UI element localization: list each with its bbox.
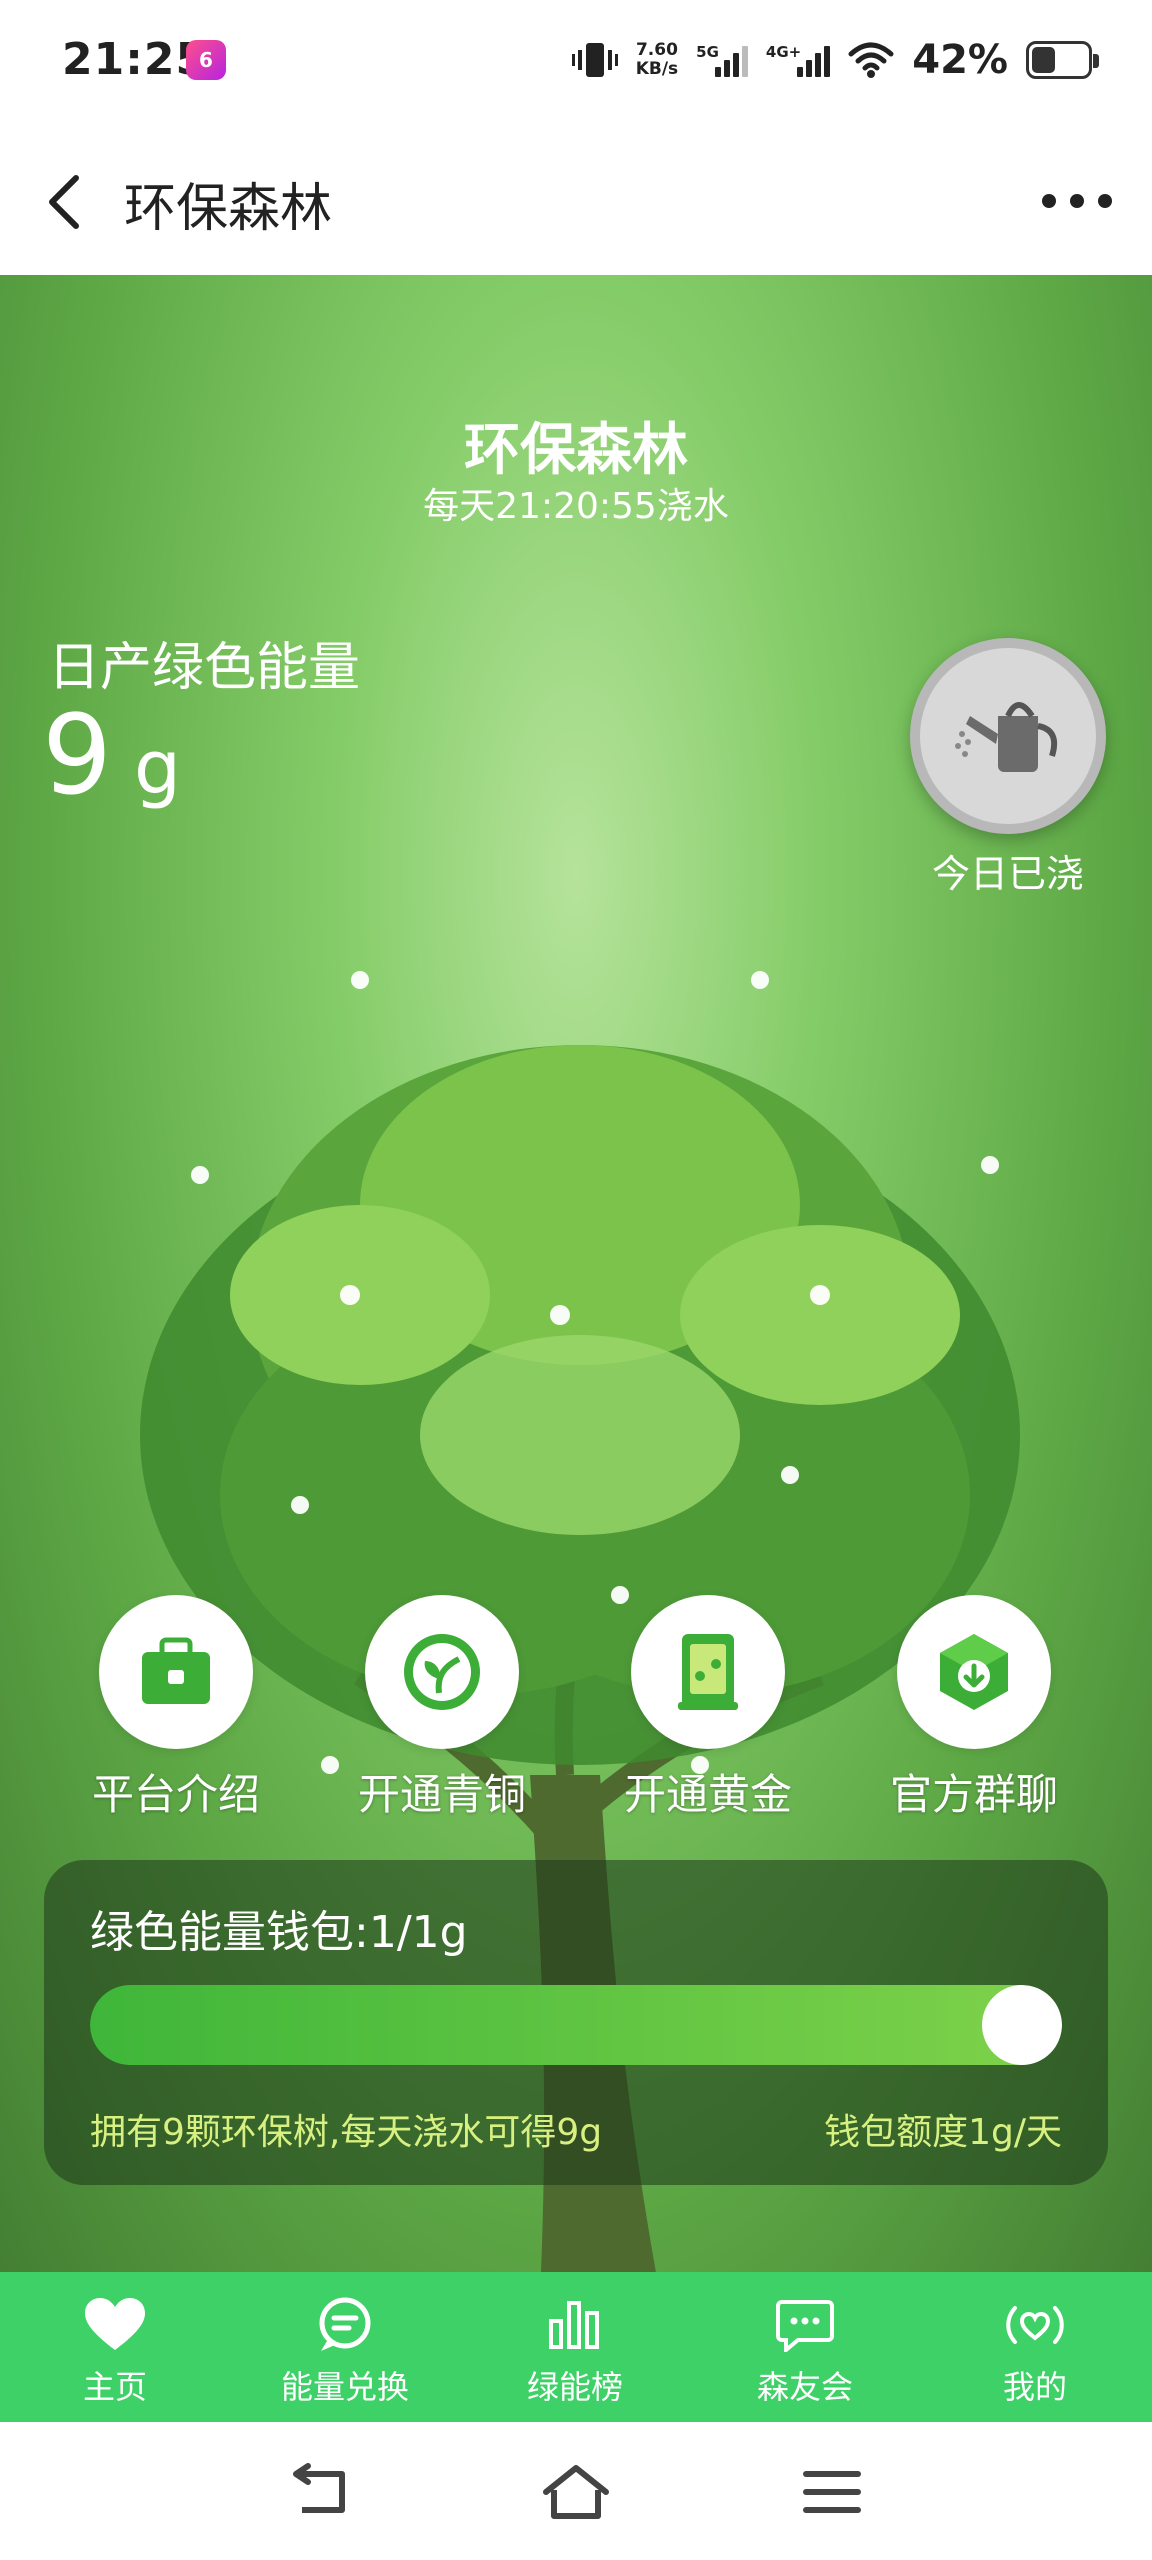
tab-mine[interactable]: 我的 (920, 2272, 1150, 2422)
net-speed: 7.60 KB/s (635, 40, 679, 79)
watering-can-icon (955, 702, 1058, 772)
daily-energy-value: 9g (42, 691, 181, 819)
battery-percent: 42% (912, 37, 1008, 83)
signal-bars-icon (797, 43, 831, 77)
wallet-title: 绿色能量钱包:1/1g (90, 1907, 468, 1958)
wallet-progress-fill (90, 1985, 1062, 2065)
broadcast-heart-icon (1006, 2306, 1064, 2344)
wallet-quota: 钱包额度1g/天 (824, 2112, 1062, 2153)
message-icon (776, 2300, 834, 2352)
open-gold-button[interactable]: 开通黄金 (598, 1595, 818, 1822)
vibrate-icon (571, 43, 618, 77)
chat-icon (319, 2297, 371, 2351)
action-row: 平台介绍 开通青铜 开通黄金 官方群聊 (0, 1595, 1152, 1825)
tab-home[interactable]: 主页 (0, 2272, 230, 2422)
tab-energy-exchange[interactable]: 能量兑换 (230, 2272, 460, 2422)
sim1-signal: 5G (696, 43, 748, 77)
system-home-icon[interactable] (536, 2462, 616, 2522)
wallet-progress-bar (90, 1985, 1062, 2065)
forest-title: 环保森林 (464, 418, 688, 483)
wallet-progress-knob (982, 1985, 1062, 2065)
energy-wallet-card: 绿色能量钱包:1/1g 拥有9颗环保树,每天浇水可得9g 钱包额度1g/天 (44, 1860, 1108, 2185)
card-icon (631, 1595, 785, 1749)
platform-intro-button[interactable]: 平台介绍 (66, 1595, 286, 1822)
more-options-icon[interactable] (1042, 176, 1112, 226)
app-header: 环保森林 (0, 130, 1152, 276)
water-button[interactable] (910, 638, 1106, 834)
watering-time: 每天21:20:55浇水 (423, 486, 729, 527)
signal-bars-icon (714, 43, 748, 77)
tab-green-ranking[interactable]: 绿能榜 (460, 2272, 690, 2422)
wallet-note: 拥有9颗环保树,每天浇水可得9g (90, 2112, 603, 2153)
hex-download-icon (897, 1595, 1051, 1749)
official-group-chat-button[interactable]: 官方群聊 (864, 1595, 1084, 1822)
sim2-signal: 4G+ (766, 43, 831, 77)
forest-hero: 环保森林 每天21:20:55浇水 日产绿色能量 9g 今日已浇 平台介绍 开通… (0, 275, 1152, 2275)
system-navigation-bar (0, 2422, 1152, 2560)
daily-energy-label: 日产绿色能量 (48, 638, 361, 698)
wifi-icon (848, 42, 894, 78)
back-arrow-icon[interactable] (40, 170, 100, 234)
system-menu-icon[interactable] (792, 2462, 872, 2522)
status-indicators: 7.60 KB/s 5G 4G+ 42% (571, 30, 1099, 90)
app-notification-icon: 6 (186, 40, 226, 80)
heart-icon (85, 2298, 145, 2350)
page-title: 环保森林 (124, 179, 333, 239)
sprout-icon (365, 1595, 519, 1749)
open-bronze-button[interactable]: 开通青铜 (332, 1595, 552, 1822)
tab-forest-club[interactable]: 森友会 (690, 2272, 920, 2422)
bag-icon (99, 1595, 253, 1749)
bar-chart-icon (549, 2301, 599, 2349)
system-back-icon[interactable] (280, 2462, 360, 2522)
bottom-tab-bar: 主页 能量兑换 绿能榜 森友会 我的 (0, 2272, 1152, 2422)
battery-icon (1026, 41, 1099, 79)
status-bar: 21:25 6 7.60 KB/s 5G 4G+ 42% (0, 0, 1152, 130)
